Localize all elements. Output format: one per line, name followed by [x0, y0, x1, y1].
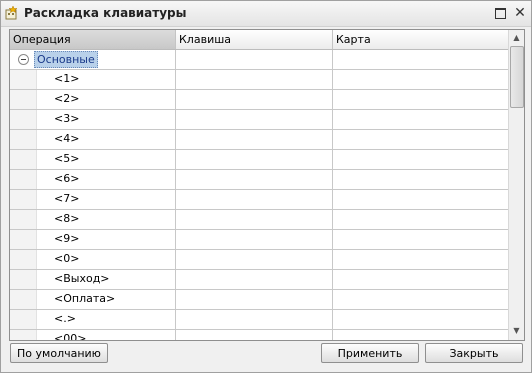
window-title: Раскладка клавиатуры [24, 6, 187, 20]
table-row[interactable]: <4> [10, 130, 508, 150]
operation-cell[interactable]: <Выход> [10, 270, 176, 289]
table-row[interactable]: <.> [10, 310, 508, 330]
grid-header: Операция Клавиша Карта [10, 30, 508, 50]
table-row[interactable]: <00> [10, 330, 508, 341]
map-cell[interactable] [333, 90, 508, 109]
key-cell[interactable] [176, 310, 333, 329]
operation-cell[interactable]: Основные [10, 50, 176, 69]
key-cell[interactable] [176, 290, 333, 309]
operation-label: <8> [54, 212, 80, 225]
key-cell[interactable] [176, 270, 333, 289]
key-cell[interactable] [176, 330, 333, 340]
map-cell[interactable] [333, 70, 508, 89]
map-cell[interactable] [333, 310, 508, 329]
operation-cell[interactable]: <4> [10, 130, 176, 149]
table-row[interactable]: <3> [10, 110, 508, 130]
operation-label: <1> [54, 72, 80, 85]
operation-cell[interactable]: <1> [10, 70, 176, 89]
operation-label: <3> [54, 112, 80, 125]
operation-label: <4> [54, 132, 80, 145]
operation-label: <0> [54, 252, 80, 265]
operation-cell[interactable]: <0> [10, 250, 176, 269]
key-cell[interactable] [176, 170, 333, 189]
operation-cell[interactable]: <9> [10, 230, 176, 249]
operation-label: <2> [54, 92, 80, 105]
operation-cell[interactable]: <7> [10, 190, 176, 209]
table-row[interactable]: <2> [10, 90, 508, 110]
map-cell[interactable] [333, 270, 508, 289]
operation-cell[interactable]: <Оплата> [10, 290, 176, 309]
table-row[interactable]: <6> [10, 170, 508, 190]
operation-label: <Выход> [54, 272, 110, 285]
operation-label: <.> [54, 312, 76, 325]
map-cell[interactable] [333, 190, 508, 209]
keyboard-layout-window: Раскладка клавиатуры ✕ Операция Клавиша … [0, 0, 532, 373]
key-cell[interactable] [176, 70, 333, 89]
operation-cell[interactable]: <8> [10, 210, 176, 229]
operation-label: <5> [54, 152, 80, 165]
operation-cell[interactable]: <5> [10, 150, 176, 169]
grid-rows: Основные <1> <2> <3> <4> <5> <6> <7> <8> <9> <0> <… [10, 50, 508, 341]
key-cell[interactable] [176, 190, 333, 209]
table-row[interactable]: <7> [10, 190, 508, 210]
map-cell[interactable] [333, 130, 508, 149]
group-row[interactable]: Основные [10, 50, 508, 70]
map-cell[interactable] [333, 230, 508, 249]
key-cell[interactable] [176, 130, 333, 149]
table-row[interactable]: <0> [10, 250, 508, 270]
operation-label: <6> [54, 172, 80, 185]
default-button[interactable]: По умолчанию [10, 343, 108, 363]
operation-cell[interactable]: <2> [10, 90, 176, 109]
table-row[interactable]: <Выход> [10, 270, 508, 290]
table-row[interactable]: <Оплата> [10, 290, 508, 310]
operation-label: <Оплата> [54, 292, 116, 305]
map-cell[interactable] [333, 150, 508, 169]
vertical-scrollbar[interactable]: ▲ ▼ [508, 30, 524, 340]
map-cell[interactable] [333, 50, 508, 69]
operation-label: <7> [54, 192, 80, 205]
operation-label: <00> [54, 332, 87, 341]
operation-cell[interactable]: <3> [10, 110, 176, 129]
table-row[interactable]: <9> [10, 230, 508, 250]
operation-cell[interactable]: <00> [10, 330, 176, 341]
map-cell[interactable] [333, 250, 508, 269]
map-cell[interactable] [333, 110, 508, 129]
operation-label: <9> [54, 232, 80, 245]
operation-cell[interactable]: <6> [10, 170, 176, 189]
table-row[interactable]: <5> [10, 150, 508, 170]
key-cell[interactable] [176, 50, 333, 69]
keyboard-layout-icon [5, 5, 19, 20]
map-cell[interactable] [333, 170, 508, 189]
table-row[interactable]: <1> [10, 70, 508, 90]
title-bar: Раскладка клавиатуры ✕ [1, 1, 531, 27]
group-label: Основные [34, 51, 98, 68]
keyboard-layout-grid: Операция Клавиша Карта Основные <1> <2> <3… [9, 29, 525, 341]
map-cell[interactable] [333, 290, 508, 309]
map-cell[interactable] [333, 330, 508, 340]
map-cell[interactable] [333, 210, 508, 229]
close-icon[interactable]: ✕ [513, 6, 527, 20]
table-row[interactable]: <8> [10, 210, 508, 230]
column-header-key[interactable]: Клавиша [176, 30, 333, 49]
scroll-down-arrow-icon[interactable]: ▼ [509, 323, 524, 338]
scroll-up-arrow-icon[interactable]: ▲ [509, 30, 524, 45]
collapse-icon[interactable] [18, 54, 29, 65]
key-cell[interactable] [176, 210, 333, 229]
column-header-map[interactable]: Карта [333, 30, 508, 49]
apply-button[interactable]: Применить [321, 343, 419, 363]
scrollbar-thumb[interactable] [510, 46, 524, 108]
column-header-operation[interactable]: Операция [10, 30, 176, 49]
maximize-icon[interactable] [493, 6, 507, 20]
key-cell[interactable] [176, 150, 333, 169]
key-cell[interactable] [176, 90, 333, 109]
key-cell[interactable] [176, 250, 333, 269]
close-button[interactable]: Закрыть [425, 343, 523, 363]
operation-cell[interactable]: <.> [10, 310, 176, 329]
key-cell[interactable] [176, 230, 333, 249]
key-cell[interactable] [176, 110, 333, 129]
